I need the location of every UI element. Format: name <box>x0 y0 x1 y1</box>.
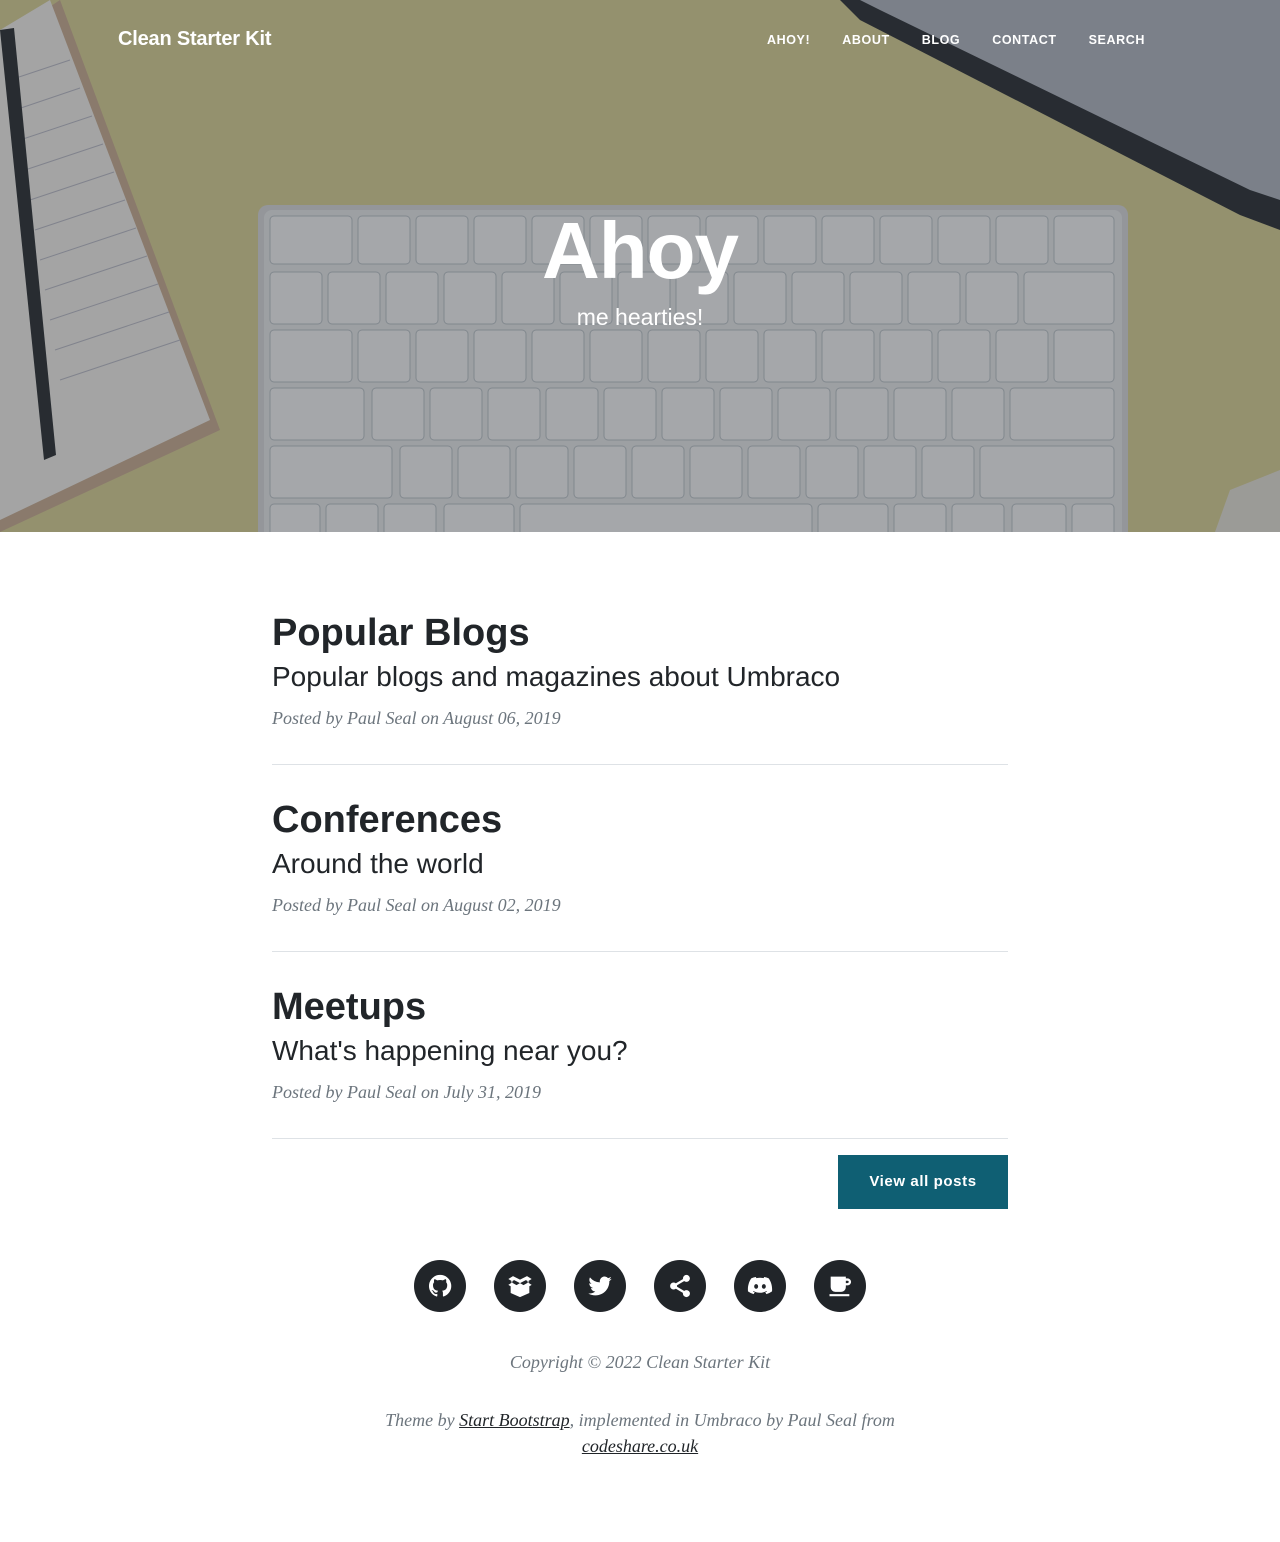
codeshare-link[interactable]: codeshare.co.uk <box>582 1436 698 1456</box>
credits-middle: , implemented in Umbraco by Paul Seal fr… <box>569 1410 895 1430</box>
brand-link[interactable]: Clean Starter Kit <box>118 28 272 51</box>
post-title[interactable]: Meetups <box>272 986 1008 1028</box>
post-title[interactable]: Popular Blogs <box>272 612 1008 654</box>
coffee-icon <box>829 1276 852 1297</box>
post-meta: Posted by Paul Seal on July 31, 2019 <box>272 1082 541 1102</box>
view-all-posts-button[interactable]: View all posts <box>838 1155 1008 1209</box>
nav-links: AHOY! ABOUT BLOG CONTACT SEARCH <box>767 33 1145 47</box>
post-subtitle[interactable]: Around the world <box>272 847 1008 881</box>
post-meta: Posted by Paul Seal on August 06, 2019 <box>272 708 561 728</box>
post-title[interactable]: Conferences <box>272 799 1008 841</box>
share-link[interactable] <box>654 1260 706 1312</box>
github-link[interactable] <box>414 1260 466 1312</box>
social-links <box>0 1260 1280 1312</box>
hero-heading: Ahoy me hearties! <box>0 205 1280 331</box>
theme-credits: Theme by Start Bootstrap, implemented in… <box>350 1407 930 1459</box>
post-preview[interactable]: Popular Blogs Popular blogs and magazine… <box>272 612 1008 730</box>
post-divider <box>272 1138 1008 1139</box>
discord-link[interactable] <box>734 1260 786 1312</box>
nav-link-search[interactable]: SEARCH <box>1089 33 1145 47</box>
hero-title: Ahoy <box>542 206 739 295</box>
discord-icon <box>747 1277 773 1295</box>
post-preview[interactable]: Meetups What's happening near you? Poste… <box>272 986 1008 1104</box>
nav-link-about[interactable]: ABOUT <box>842 33 889 47</box>
copyright-text: Copyright © 2022 Clean Starter Kit <box>509 1352 771 1372</box>
hero-subtitle: me hearties! <box>576 304 704 330</box>
start-bootstrap-link[interactable]: Start Bootstrap <box>459 1410 570 1430</box>
nav-link-blog[interactable]: BLOG <box>922 33 961 47</box>
nav-link-contact[interactable]: CONTACT <box>992 33 1056 47</box>
nav-link-ahoy[interactable]: AHOY! <box>767 33 810 47</box>
site-footer: Copyright © 2022 Clean Starter Kit Theme… <box>0 1260 1280 1459</box>
coffee-link[interactable] <box>814 1260 866 1312</box>
package-icon <box>508 1276 532 1298</box>
pager: View all posts <box>272 1155 1008 1209</box>
share-icon <box>670 1274 690 1298</box>
github-icon <box>428 1274 452 1297</box>
post-preview[interactable]: Conferences Around the world Posted by P… <box>272 799 1008 917</box>
post-list: Popular Blogs Popular blogs and magazine… <box>272 612 1008 1209</box>
hero-masthead: Clean Starter Kit AHOY! ABOUT BLOG CONTA… <box>0 0 1280 532</box>
twitter-icon <box>588 1276 612 1296</box>
main-navbar: Clean Starter Kit AHOY! ABOUT BLOG CONTA… <box>0 0 1280 80</box>
twitter-link[interactable] <box>574 1260 626 1312</box>
credits-prefix: Theme by <box>385 1410 460 1430</box>
post-meta: Posted by Paul Seal on August 02, 2019 <box>272 895 561 915</box>
post-subtitle[interactable]: Popular blogs and magazines about Umbrac… <box>272 660 1008 694</box>
post-divider <box>272 764 1008 765</box>
package-link[interactable] <box>494 1260 546 1312</box>
post-subtitle[interactable]: What's happening near you? <box>272 1034 1008 1068</box>
post-divider <box>272 951 1008 952</box>
